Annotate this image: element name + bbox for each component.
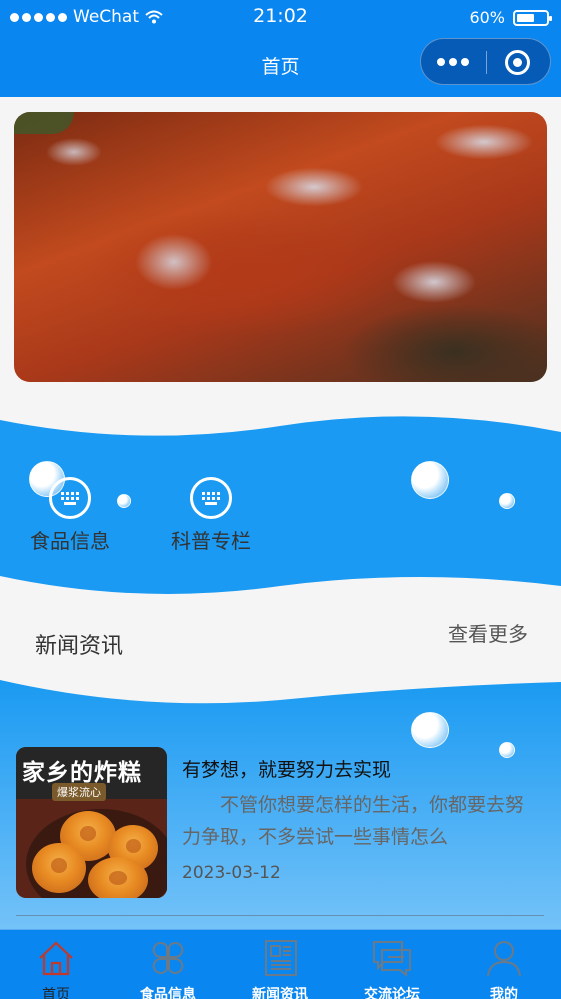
battery-icon: [513, 9, 552, 26]
news-list-item[interactable]: 家乡的炸糕 爆浆流心 有梦想，就要努力去实现 不管你想要怎样的生活，你都要去努力…: [16, 747, 546, 899]
bubble-decor: [411, 461, 449, 499]
tab-label: 我的: [490, 987, 518, 999]
menu-item-label: 科普专栏: [171, 529, 251, 553]
close-target-icon[interactable]: [505, 50, 530, 75]
tab-label: 新闻资讯: [252, 987, 308, 999]
bubble-decor: [499, 493, 515, 509]
fried-cake-image: [32, 843, 86, 893]
news-thumbnail: 家乡的炸糕 爆浆流心: [16, 747, 167, 898]
tab-food-info[interactable]: 食品信息: [112, 930, 224, 999]
thumbnail-title: 家乡的炸糕: [22, 760, 142, 786]
battery-percent: 60%: [469, 8, 505, 27]
bubble-decor: [411, 712, 449, 748]
mini-program-capsule: [420, 38, 551, 85]
home-icon: [39, 941, 73, 976]
user-icon: [487, 941, 521, 977]
news-section-title: 新闻资讯: [35, 634, 124, 659]
tab-home[interactable]: 首页: [0, 930, 112, 999]
keyboard-icon: [190, 477, 232, 519]
grid-icon: [152, 942, 184, 974]
banner-garnish: [14, 112, 74, 134]
status-bar: WeChat 21:02 60%: [0, 0, 561, 34]
tab-bar: 首页 食品信息 新闻资讯 交流论坛 我的: [0, 929, 561, 999]
see-more-link[interactable]: 查看更多: [448, 618, 528, 647]
capsule-divider: [486, 51, 487, 74]
banner-image[interactable]: [14, 112, 547, 382]
news-headline: 有梦想，就要努力去实现: [182, 759, 392, 781]
fried-cake-image: [88, 857, 148, 898]
tab-label: 食品信息: [140, 987, 196, 999]
bubble-decor: [117, 494, 131, 508]
tab-forum[interactable]: 交流论坛: [336, 930, 448, 999]
keyboard-icon: [49, 477, 91, 519]
tab-label: 首页: [42, 987, 70, 999]
thumbnail-tag: 爆浆流心: [52, 783, 106, 801]
more-icon[interactable]: [437, 58, 469, 66]
tab-label: 交流论坛: [364, 987, 420, 999]
news-summary: 不管你想要怎样的生活，你都要去努力争取，不多尝试一些事情怎么: [182, 794, 525, 848]
newspaper-icon: [265, 940, 297, 976]
tab-news[interactable]: 新闻资讯: [224, 930, 336, 999]
menu-item-label: 食品信息: [30, 529, 110, 553]
chat-icon: [373, 941, 411, 978]
news-date: 2023-03-12: [182, 863, 281, 883]
menu-item-food-info[interactable]: 食品信息: [26, 477, 114, 554]
battery-group: 60%: [469, 8, 552, 27]
tab-profile[interactable]: 我的: [448, 930, 560, 999]
list-divider: [16, 915, 544, 916]
top-bar: WeChat 21:02 60% 首页: [0, 0, 561, 97]
menu-item-science[interactable]: 科普专栏: [167, 477, 255, 554]
